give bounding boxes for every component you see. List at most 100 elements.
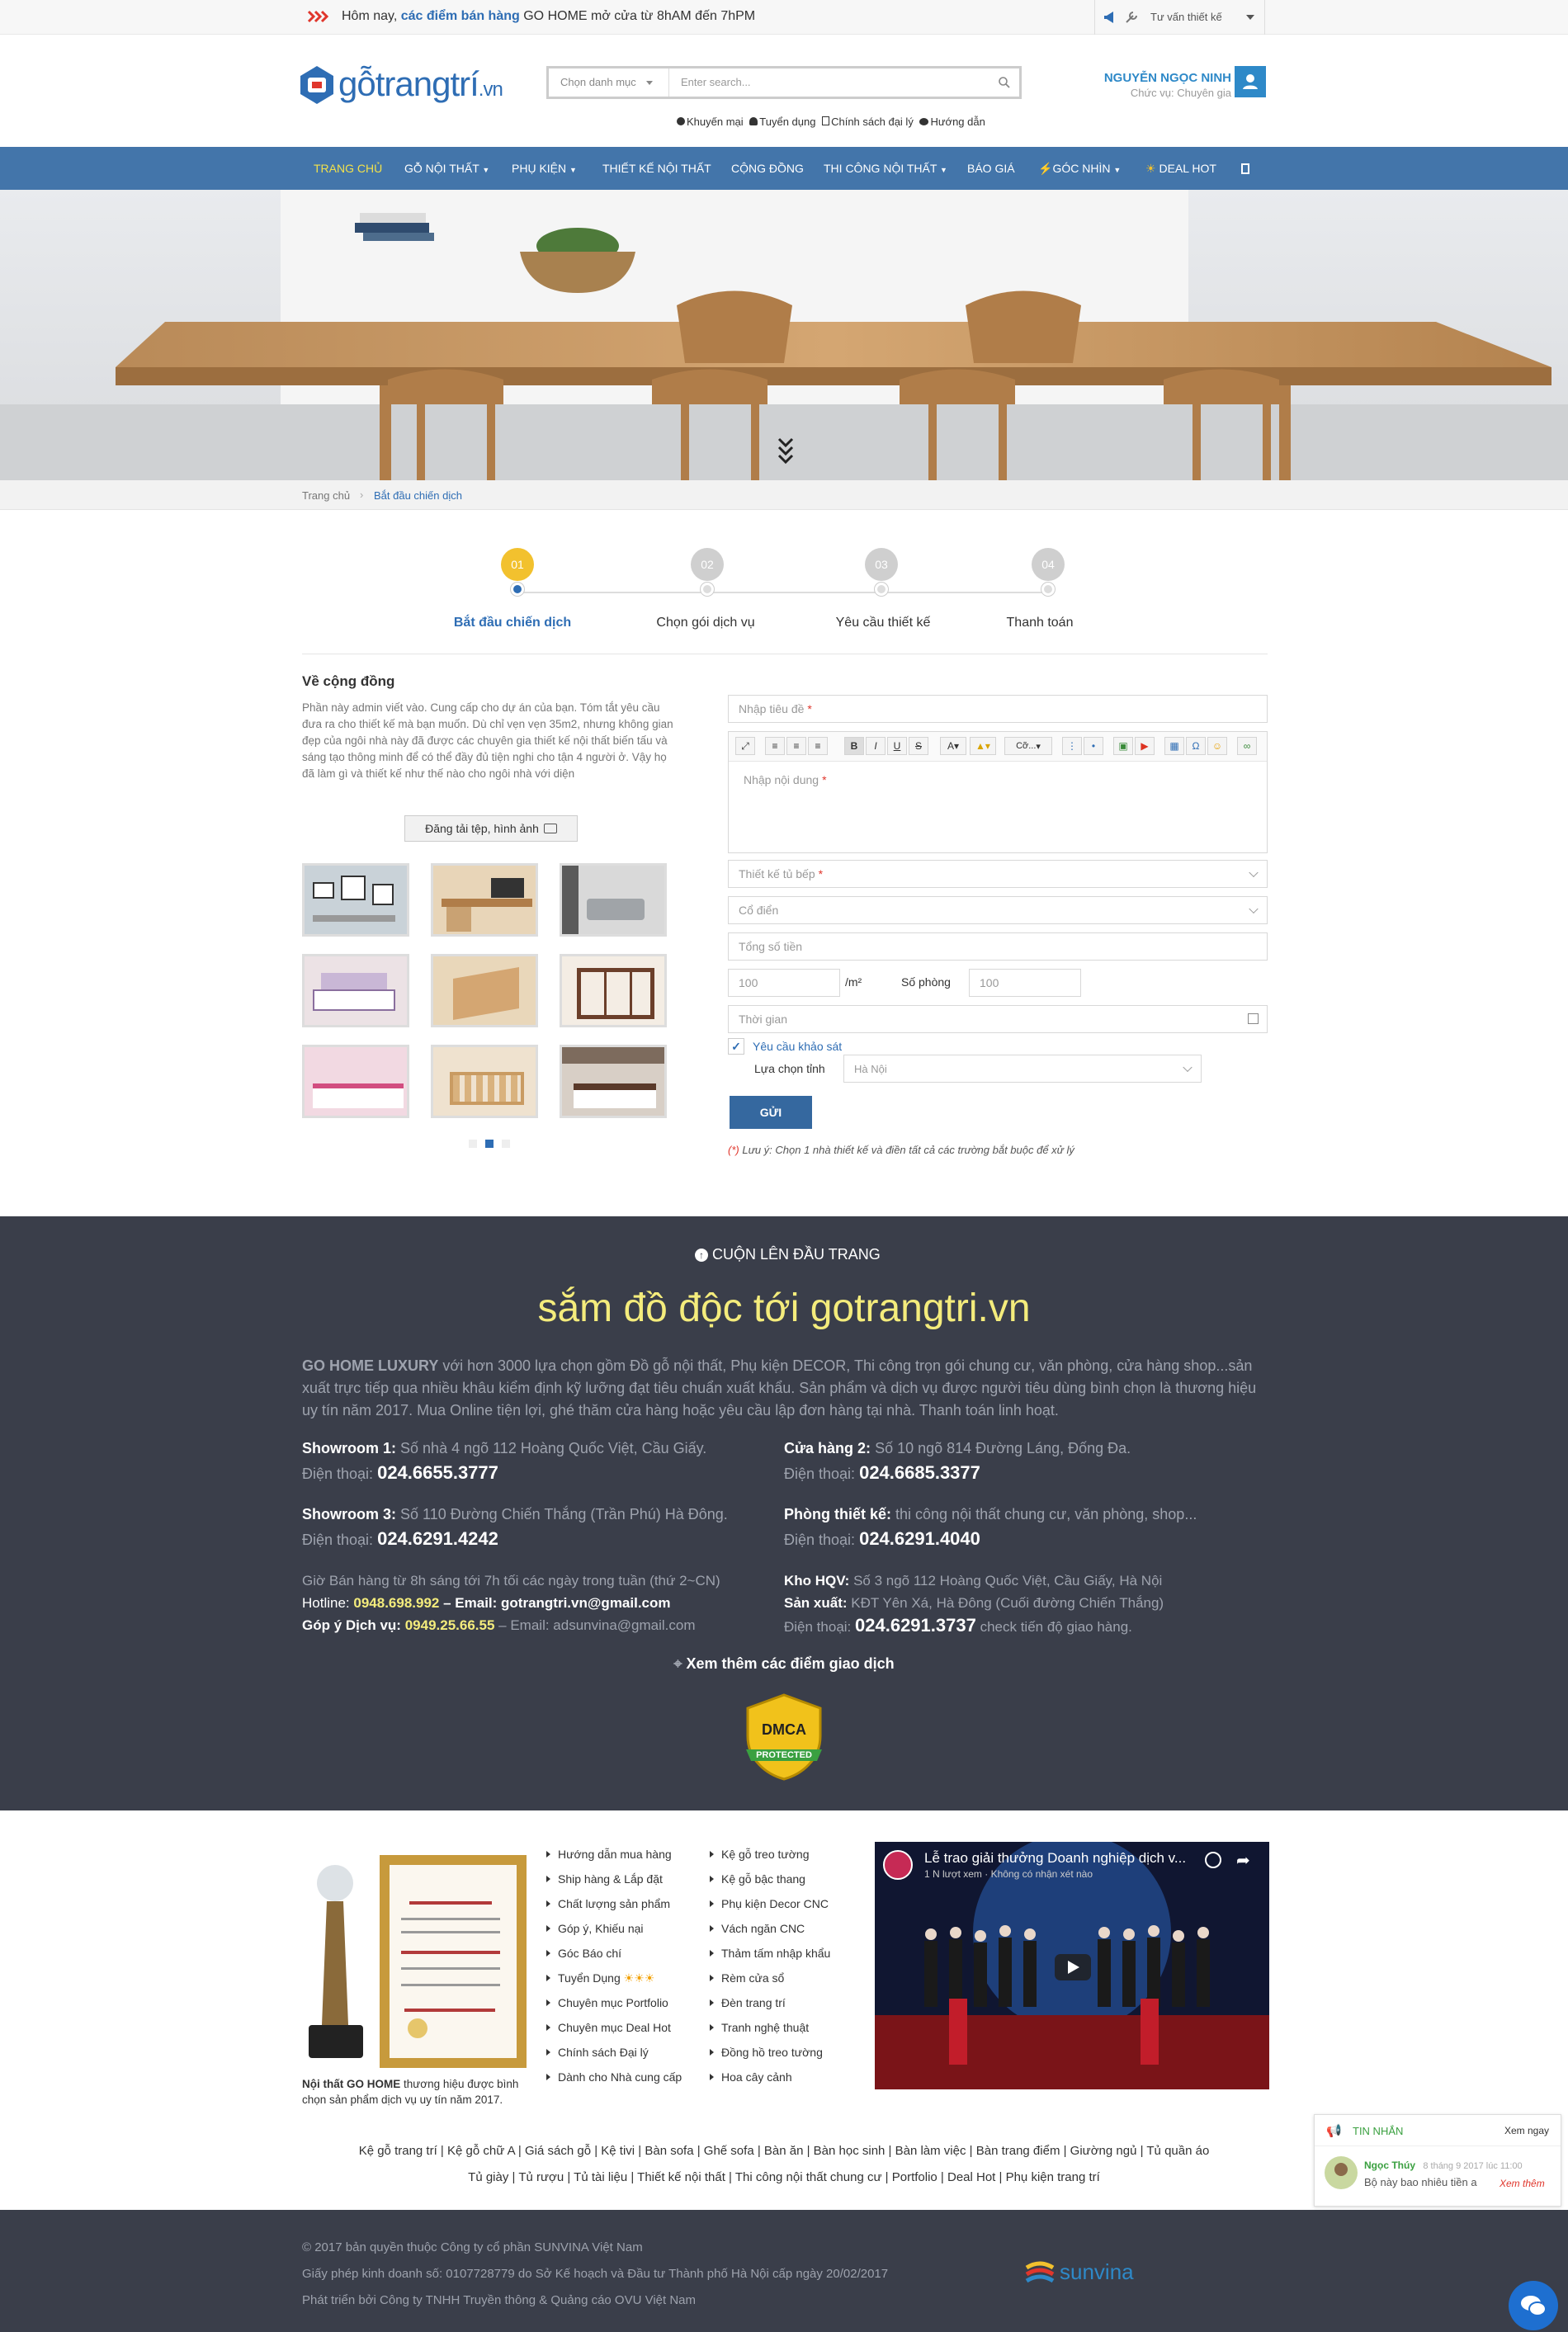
design-type-select[interactable]: Thiết kế tủ bếp * [728,860,1268,888]
gallery-image[interactable] [431,954,538,1027]
nav-community[interactable]: CỘNG ĐỒNG [731,147,804,190]
carousel-dot[interactable] [502,1140,510,1148]
underline-icon[interactable]: U [887,737,907,755]
nav-wood-furniture[interactable]: GỖ NỘI THẤT ▼ [404,147,489,190]
footer-link[interactable]: Ship hàng & Lắp đặt [545,1867,701,1891]
gallery-image[interactable] [560,954,667,1027]
unordered-list-icon[interactable]: • [1084,737,1103,755]
area-input[interactable]: 100 [728,969,840,997]
footer-link[interactable]: Dành cho Nhà cung cấp [545,2065,701,2089]
gallery-image[interactable] [302,954,409,1027]
stores-link[interactable]: các điểm bán hàng [401,9,520,23]
ordered-list-icon[interactable]: ⋮ [1062,737,1082,755]
sender-avatar[interactable] [1325,2156,1358,2189]
agent-policy-link[interactable]: Chính sách đại lý [831,116,914,128]
nav-accessories[interactable]: PHỤ KIỆN ▼ [512,147,577,190]
footer-link[interactable]: Góc Báo chí [545,1941,701,1966]
footer-link[interactable]: Đồng hồ treo tường [708,2040,865,2065]
location-phone[interactable]: 024.6685.3377 [859,1462,980,1483]
carousel-dot[interactable] [469,1140,477,1148]
footer-link[interactable]: Chính sách Đại lý [545,2040,701,2065]
footer-link[interactable]: Chuyên mục Deal Hot [545,2015,701,2040]
video-title[interactable]: Lễ trao giải thưởng Doanh nghiệp dịch v.… [924,1850,1197,1867]
emoji-icon[interactable]: ☺ [1207,737,1227,755]
gallery-image[interactable] [302,1045,409,1118]
logo[interactable]: gỗtrangtrí.vn [338,64,503,104]
breadcrumb-home[interactable]: Trang chủ [302,489,350,502]
table-icon[interactable]: ▦ [1164,737,1184,755]
promo-link[interactable]: Khuyến mại [687,116,744,128]
align-right-icon[interactable]: ≡ [808,737,828,755]
step-4-label[interactable]: Thanh toán [974,616,1106,630]
step-2-marker[interactable]: 02 [691,548,724,581]
step-2-label[interactable]: Chọn gói dịch vụ [640,616,772,630]
nav-perspective[interactable]: ⚡GÓC NHÌN ▼ [1038,147,1121,190]
italic-icon[interactable]: I [866,737,886,755]
location-phone[interactable]: 024.6291.4040 [859,1528,980,1549]
hotline-number[interactable]: 0948.698.992 [353,1595,439,1611]
partner-logo-text[interactable]: sunvina [1060,2259,1134,2285]
step-3-marker[interactable]: 03 [865,548,898,581]
feedback-phone[interactable]: 0949.25.66.55 [405,1617,495,1633]
search-icon[interactable] [998,76,1011,89]
time-input[interactable]: Thời gian [728,1005,1268,1033]
nav-interior-design[interactable]: THIẾT KẾ NỘI THẤT [602,147,711,190]
email-link[interactable]: – Email: gotrangtri.vn@gmail.com [443,1595,670,1611]
submit-button[interactable]: GỬI [730,1096,812,1129]
user-info[interactable]: NGUYỄN NGỌC NINH Chức vụ: Chuyên gia [1091,71,1231,99]
more-locations-link[interactable]: ⌖ Xem thêm các điểm giao dịch [0,1655,1568,1673]
content-input[interactable]: Nhập nội dung * [744,773,827,786]
gallery-image[interactable] [431,863,538,937]
consult-dropdown[interactable]: Tư vấn thiết kế [1150,11,1222,23]
message-view-more[interactable]: Xem thêm [1500,2178,1545,2189]
step-1-label[interactable]: Bắt đầu chiến dịch [446,616,579,630]
title-input[interactable]: Nhập tiêu đề * [728,695,1268,723]
footer-link[interactable]: Thảm tấm nhập khẩu [708,1941,865,1966]
video-player[interactable]: Lễ trao giải thưởng Doanh nghiệp dịch v.… [875,1842,1269,2089]
recruit-link[interactable]: Tuyển dụng [759,116,815,128]
caret-down-icon[interactable] [1246,15,1254,20]
location-phone[interactable]: 024.6655.3777 [377,1462,498,1483]
strikethrough-icon[interactable]: S [909,737,928,755]
document-icon[interactable] [1241,163,1249,174]
align-left-icon[interactable]: ≡ [765,737,785,755]
footer-link[interactable]: Vách ngăn CNC [708,1916,865,1941]
align-center-icon[interactable]: ≡ [786,737,806,755]
search-input[interactable]: Enter search... [681,76,751,88]
nav-home[interactable]: TRANG CHỦ [314,147,382,190]
survey-checkbox[interactable]: ✓ [728,1038,744,1055]
footer-link[interactable]: Chất lượng sản phẩm [545,1891,701,1916]
footer-link[interactable]: Rèm cửa sổ [708,1966,865,1990]
style-select[interactable]: Cổ điển [728,896,1268,924]
footer-link-recruit[interactable]: Tuyển Dụng ☀☀☀ [545,1966,701,1990]
step-1-marker[interactable]: 01 [501,548,534,581]
rooms-input[interactable]: 100 [969,969,1081,997]
province-select[interactable]: Hà Nội [843,1055,1202,1083]
footer-link[interactable]: Kệ gỗ treo tường [708,1842,865,1867]
scroll-top-button[interactable]: ↑ CUỘN LÊN ĐẦU TRANG [695,1246,881,1263]
gallery-image[interactable] [431,1045,538,1118]
total-amount-input[interactable]: Tổng số tiền [728,932,1268,961]
text-color-icon[interactable]: A▾ [940,737,966,755]
highlight-icon[interactable]: ▲▾ [970,737,996,755]
link-icon[interactable]: ∞ [1237,737,1257,755]
gallery-image[interactable] [560,1045,667,1118]
footer-link[interactable]: Tranh nghệ thuật [708,2015,865,2040]
video-icon[interactable]: ▶ [1135,737,1155,755]
footer-link[interactable]: Hướng dẫn mua hàng [545,1842,701,1867]
logo-icon[interactable] [299,64,335,106]
gallery-image[interactable] [560,863,667,937]
calendar-icon[interactable] [1248,1013,1259,1024]
chat-bubble-button[interactable] [1509,2281,1558,2330]
sender-name[interactable]: Ngọc Thúy [1364,2160,1415,2171]
footer-link[interactable]: Chuyên mục Portfolio [545,1990,701,2015]
footer-link[interactable]: Góp ý, Khiếu nại [545,1916,701,1941]
bold-icon[interactable]: B [844,737,864,755]
share-icon[interactable]: ➦ [1236,1850,1250,1871]
feedback-email[interactable]: – Email: adsunvina@gmail.com [498,1617,695,1633]
factory-phone[interactable]: 024.6291.3737 [855,1615,976,1636]
footer-link[interactable]: Hoa cây cảnh [708,2065,865,2089]
nav-quote[interactable]: BÁO GIÁ [967,147,1015,190]
step-4-marker[interactable]: 04 [1032,548,1065,581]
fullscreen-icon[interactable]: ⤢ [735,737,755,755]
